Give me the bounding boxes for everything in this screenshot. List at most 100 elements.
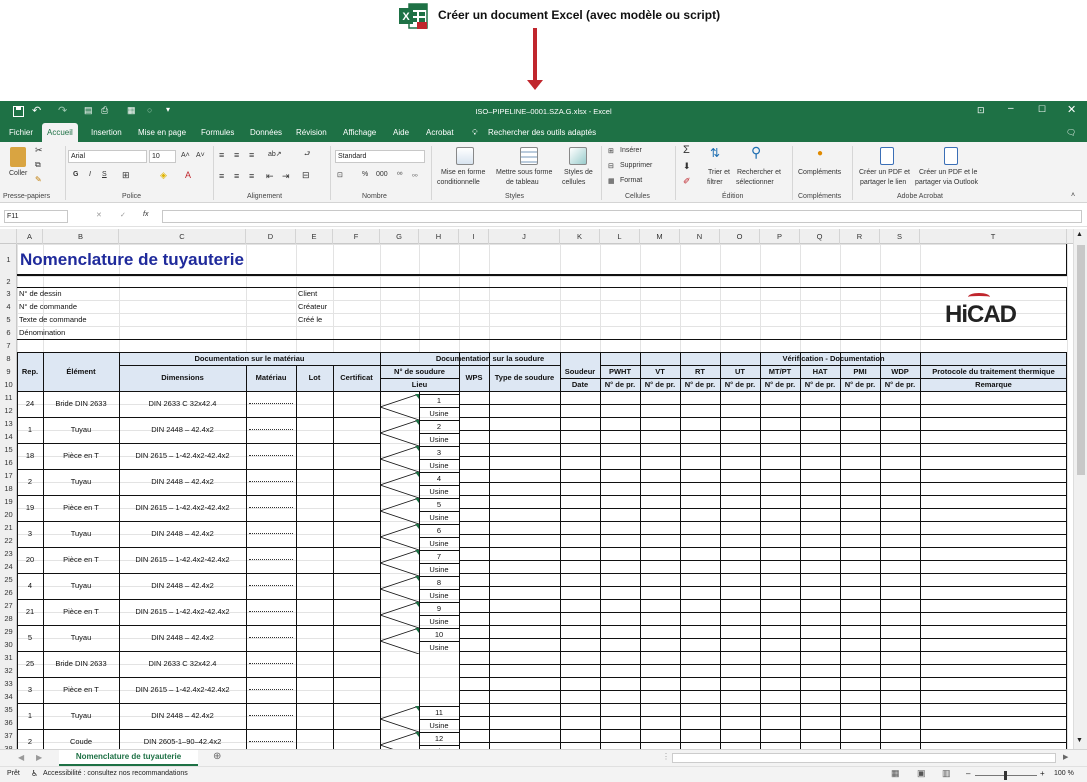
find-line1[interactable]: Rechercher et [737,169,781,176]
find-line2[interactable]: sélectionner [736,179,774,186]
tab-revision[interactable]: Révision [296,123,327,142]
pdf-link-line1[interactable]: Créer un PDF et [859,169,910,176]
insert-function-icon[interactable]: fx [143,211,148,218]
align-middle-icon[interactable]: ≡ [234,150,239,160]
increase-decimal-icon[interactable]: ⁰⁰ [397,171,403,179]
pdf-outlook-line1[interactable]: Créer un PDF et le [919,169,977,176]
tab-fichier[interactable]: Fichier [9,123,33,142]
page-layout-icon[interactable]: ▣ [917,768,926,779]
wrap-text-icon[interactable]: ⮐ [304,150,310,161]
insert-cells-icon[interactable]: ⊞ [608,147,614,155]
clear-icon[interactable]: ✐ [683,176,691,187]
fill-color-icon[interactable]: ◈ [160,170,167,181]
cond-format-line1[interactable]: Mise en forme [441,169,485,176]
table-format-line2[interactable]: de tableau [506,179,539,186]
sheet-tab-active[interactable]: Nomenclature de tuyauterie [59,750,198,766]
accounting-format-icon[interactable]: ⊡ [337,171,343,179]
percent-icon[interactable]: % [362,171,368,178]
scroll-up-icon[interactable]: ▲ [1076,231,1083,238]
decrease-decimal-icon[interactable]: ₀₀ [412,171,418,178]
merge-center-icon[interactable]: ⊟ [302,170,310,181]
format-cells-icon[interactable]: ▦ [608,177,615,185]
shrink-font-icon[interactable]: A˅ [196,152,205,159]
format-cells-button[interactable]: Format [620,177,642,184]
border-icon[interactable]: ⊞ [122,170,130,181]
bold-icon[interactable]: G [73,171,78,178]
pdf-outlook-line2[interactable]: partager via Outlook [915,179,978,186]
comma-style-icon[interactable]: 000 [376,171,388,178]
tab-affichage[interactable]: Affichage [343,123,376,142]
maximize-icon[interactable]: ☐ [1038,104,1046,115]
tab-donnees[interactable]: Données [250,123,282,142]
font-name-select[interactable]: Arial [68,150,147,163]
ribbon-display-icon[interactable]: ⊡ [977,105,985,116]
underline-icon[interactable]: S [102,171,107,178]
prev-sheet-icon[interactable]: ◀ [18,753,24,762]
minimize-icon[interactable]: – [1008,103,1014,114]
comments-icon[interactable]: 🗨︎ [1066,123,1076,142]
table-format-line1[interactable]: Mettre sous forme [496,169,552,176]
align-left-icon[interactable]: ≡ [219,171,224,181]
tab-insertion[interactable]: Insertion [91,123,122,142]
italic-icon[interactable]: I [89,171,91,178]
tab-accueil[interactable]: Accueil [42,123,78,142]
decrease-indent-icon[interactable]: ⇤ [266,171,274,182]
fill-icon[interactable]: ⬇ [683,161,691,172]
close-icon[interactable]: ✕ [1067,103,1076,116]
zoom-out-icon[interactable]: – [966,769,970,778]
add-sheet-icon[interactable]: ⊕ [213,751,221,762]
scroll-thumb[interactable] [1077,245,1085,475]
name-box[interactable]: F11 [4,210,68,223]
zoom-in-icon[interactable]: + [1040,769,1045,778]
scroll-right-icon[interactable]: ▶ [1063,753,1068,761]
tab-mise-en-page[interactable]: Mise en page [138,123,186,142]
page-break-icon[interactable]: ▥ [942,768,951,779]
tab-acrobat[interactable]: Acrobat [426,123,454,142]
enter-icon[interactable]: ✓ [120,211,126,219]
horizontal-scrollbar[interactable] [672,753,1056,763]
pdf-link-line2[interactable]: partager le lien [860,179,906,186]
insert-cells-button[interactable]: Insérer [620,147,642,154]
scroll-down-icon[interactable]: ▼ [1076,737,1083,744]
accessibility-status[interactable]: Accessibilité : consultez nos recommanda… [43,770,188,777]
paste-button[interactable]: Coller [9,170,27,177]
next-sheet-icon[interactable]: ▶ [36,753,42,762]
cell-styles-line1[interactable]: Styles de [564,169,593,176]
cancel-icon[interactable]: ✕ [96,211,102,219]
number-format-select[interactable]: Standard [335,150,425,163]
tab-formules[interactable]: Formules [201,123,234,142]
copy-icon[interactable]: ⧉ [35,160,41,170]
collapse-ribbon-icon[interactable]: ˄ [1071,192,1075,199]
cond-format-line2[interactable]: conditionnelle [437,179,480,186]
align-top-icon[interactable]: ≡ [219,150,224,160]
zoom-level[interactable]: 100 % [1054,770,1074,777]
search-tools-input[interactable]: Rechercher des outils adaptés [488,123,596,142]
sort-line2[interactable]: filtrer [707,179,723,186]
cut-icon[interactable]: ✂ [35,145,43,156]
grid-line [459,716,1067,717]
delete-cells-icon[interactable]: ⊟ [608,162,614,170]
font-color-icon[interactable]: A [185,170,191,180]
grid-line [459,469,1067,470]
grow-font-icon[interactable]: A˄ [181,152,190,159]
zoom-slider-thumb[interactable] [1004,771,1007,780]
pdf-outlook-icon [944,147,958,165]
align-center-icon[interactable]: ≡ [234,171,239,181]
increase-indent-icon[interactable]: ⇥ [282,171,290,182]
format-painter-icon[interactable]: ✎ [35,175,42,184]
cell-styles-line2[interactable]: cellules [562,179,585,186]
worksheet-grid[interactable]: ABCDEFGHIJKLMNOPQRST 1 2 3 4 5 6 7 8 9 10 11 12 13 14… [0,229,1073,749]
paste-icon[interactable] [10,147,26,167]
delete-cells-button[interactable]: Supprimer [620,162,652,169]
sort-line1[interactable]: Trier et [708,169,730,176]
vertical-scrollbar[interactable]: ▲ ▼ [1073,229,1087,749]
autosum-icon[interactable]: Σ [683,144,690,156]
addins-button[interactable]: Compléments [798,169,841,176]
formula-input[interactable] [162,210,1082,223]
font-size-select[interactable]: 10 [149,150,176,163]
tab-aide[interactable]: Aide [393,123,409,142]
normal-view-icon[interactable]: ▦ [891,768,900,779]
orientation-icon[interactable]: ab↗ [268,150,282,158]
align-right-icon[interactable]: ≡ [249,171,254,181]
align-bottom-icon[interactable]: ≡ [249,150,254,160]
